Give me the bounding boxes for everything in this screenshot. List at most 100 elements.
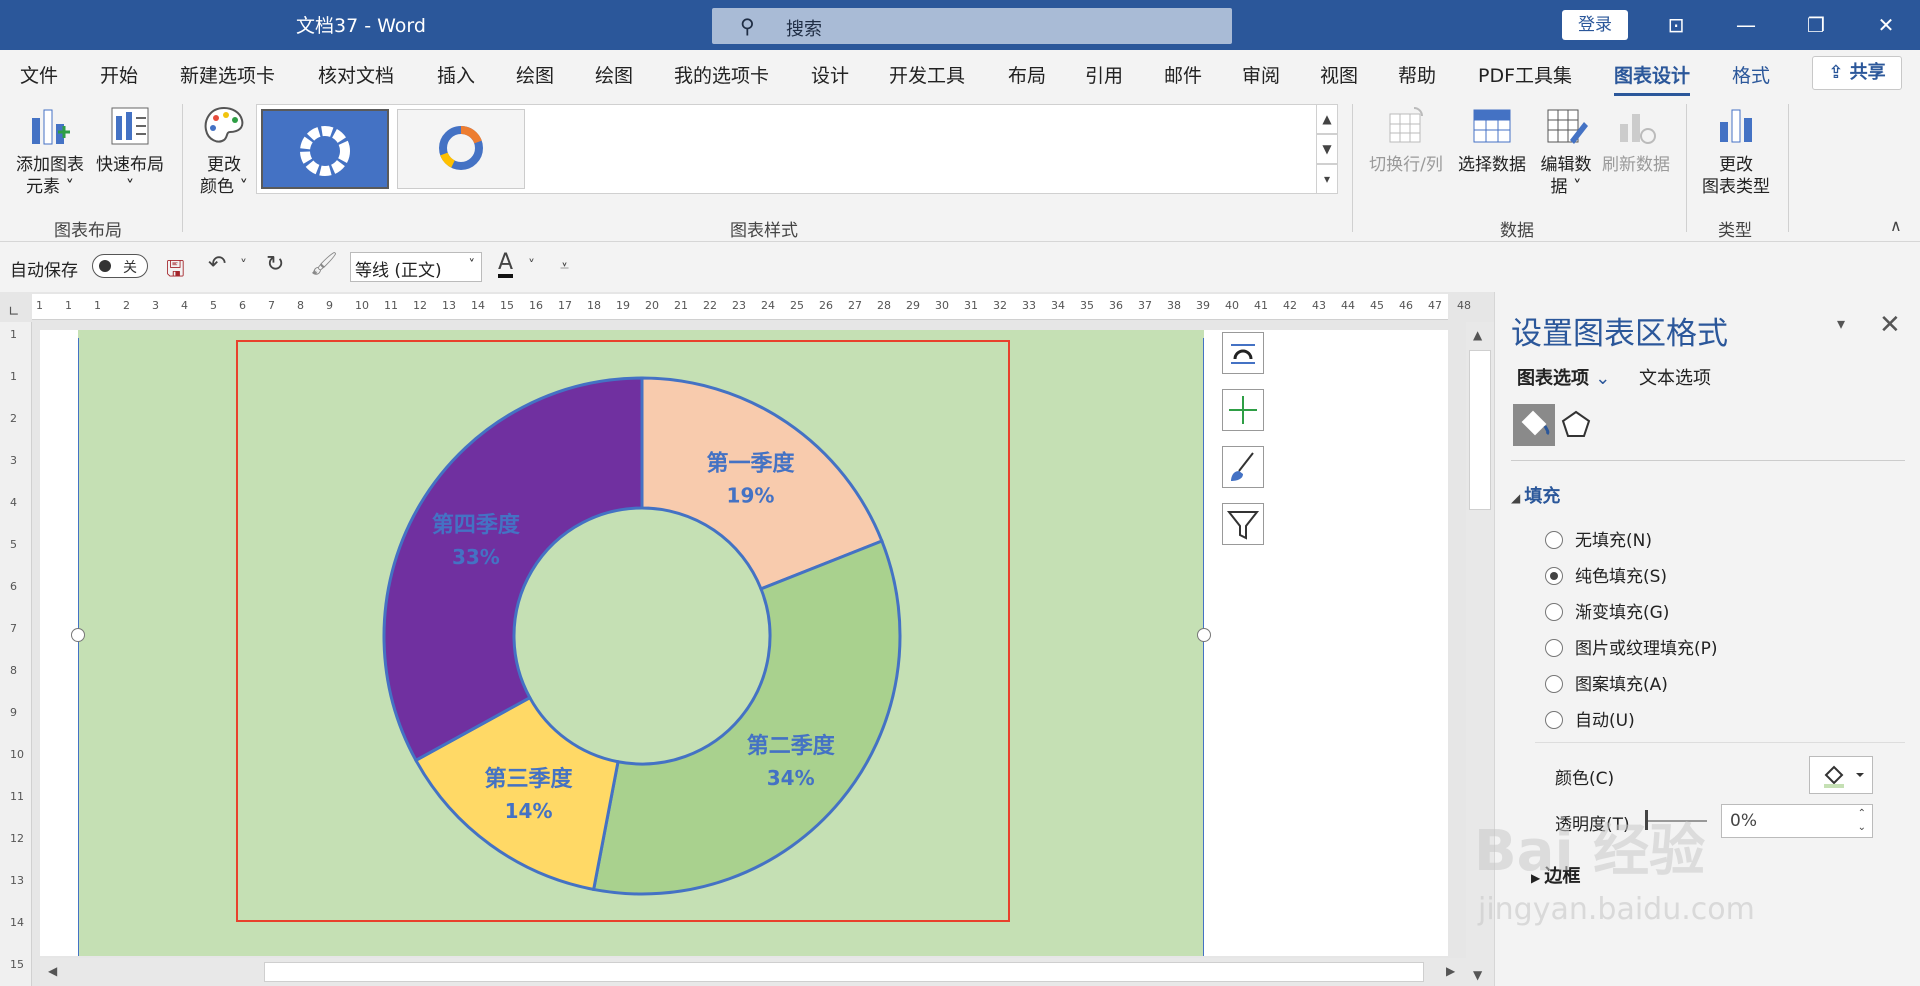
- chart-elements-button[interactable]: [1222, 389, 1264, 431]
- change-colors-button[interactable]: 更改 颜色 ˅: [192, 104, 256, 198]
- slice-percent-label[interactable]: 33%: [452, 545, 500, 569]
- slice-percent-label[interactable]: 14%: [505, 799, 553, 823]
- font-name-select[interactable]: 等线 (正文) ˅: [350, 252, 482, 282]
- tab-mailings[interactable]: 邮件: [1164, 61, 1202, 88]
- slice-percent-label[interactable]: 34%: [767, 766, 815, 790]
- pane-close-icon[interactable]: ✕: [1879, 310, 1901, 340]
- radio-pattern-fill-circle[interactable]: [1545, 675, 1563, 693]
- scroll-left-icon[interactable]: ◀: [48, 964, 57, 978]
- horizontal-scroll-thumb[interactable]: [264, 962, 1424, 982]
- tab-design[interactable]: 设计: [811, 61, 849, 88]
- pane-options-icon[interactable]: ▾: [1837, 314, 1845, 333]
- share-button[interactable]: ⇪ 共享: [1812, 56, 1902, 90]
- scroll-up-icon[interactable]: ▲: [1473, 328, 1482, 342]
- transparency-input[interactable]: 0% ⌃ ⌄: [1721, 804, 1873, 838]
- radio-automatic-circle[interactable]: [1545, 711, 1563, 729]
- format-painter-icon[interactable]: 🖌: [310, 252, 338, 277]
- chart-filters-button[interactable]: [1222, 503, 1264, 545]
- select-data-button[interactable]: 选择数据: [1452, 104, 1532, 176]
- font-color-dropdown-icon[interactable]: ˅: [528, 258, 535, 274]
- radio-no-fill-circle[interactable]: [1545, 531, 1563, 549]
- gallery-scroll-down[interactable]: ▼: [1316, 134, 1338, 164]
- radio-no-fill[interactable]: 无填充(N): [1545, 526, 1652, 551]
- tab-layout[interactable]: 布局: [1008, 61, 1046, 88]
- slice-category-label[interactable]: 第二季度: [747, 733, 836, 759]
- tab-draw-2[interactable]: 绘图: [595, 61, 633, 88]
- tab-view[interactable]: 视图: [1320, 61, 1358, 88]
- tab-developer[interactable]: 开发工具: [889, 61, 965, 88]
- tab-text-options[interactable]: 文本选项: [1639, 364, 1711, 390]
- donut-slice[interactable]: [382, 376, 644, 763]
- resize-handle-right[interactable]: [1197, 628, 1211, 642]
- chart-styles-button[interactable]: [1222, 446, 1264, 488]
- tab-insert[interactable]: 插入: [437, 61, 475, 88]
- slice-category-label[interactable]: 第四季度: [432, 512, 521, 538]
- tab-new[interactable]: 新建选项卡: [180, 61, 275, 88]
- radio-pattern-fill[interactable]: 图案填充(A): [1545, 670, 1668, 695]
- tab-my[interactable]: 我的选项卡: [674, 61, 769, 88]
- change-chart-type-button[interactable]: 更改 图表类型: [1696, 104, 1776, 198]
- transparency-spinner-icon[interactable]: ⌃ ⌄: [1858, 807, 1866, 835]
- radio-solid-fill-circle[interactable]: [1545, 567, 1563, 585]
- tab-draw-1[interactable]: 绘图: [516, 61, 554, 88]
- fill-color-picker[interactable]: [1809, 756, 1873, 794]
- horizontal-scrollbar[interactable]: ◀ ▶: [40, 958, 1466, 986]
- slice-category-label[interactable]: 第三季度: [485, 766, 574, 792]
- tab-help[interactable]: 帮助: [1398, 61, 1436, 88]
- scroll-down-icon[interactable]: ▼: [1473, 968, 1482, 982]
- effects-tab[interactable]: [1555, 404, 1597, 446]
- tab-stop-icon[interactable]: ∟: [8, 304, 20, 320]
- radio-solid-fill[interactable]: 纯色填充(S): [1545, 562, 1667, 587]
- chart-style-1[interactable]: [261, 109, 389, 189]
- tab-review[interactable]: 审阅: [1242, 61, 1280, 88]
- tab-chart-design[interactable]: 图表设计: [1614, 61, 1691, 96]
- switch-row-column-button[interactable]: 切换行/列: [1364, 104, 1448, 176]
- scroll-right-icon[interactable]: ▶: [1446, 964, 1455, 978]
- radio-gradient-fill[interactable]: 渐变填充(G): [1545, 598, 1669, 623]
- donut-slice[interactable]: [591, 539, 902, 896]
- radio-automatic[interactable]: 自动(U): [1545, 706, 1635, 731]
- redo-icon[interactable]: ↻: [266, 252, 284, 277]
- vertical-scroll-thumb[interactable]: [1469, 350, 1491, 510]
- gallery-scroll-up[interactable]: ▲: [1316, 104, 1338, 134]
- fill-line-tab[interactable]: [1513, 404, 1555, 446]
- quick-layout-button[interactable]: 快速布局 ˅: [92, 104, 168, 198]
- customize-qat-icon[interactable]: ⩡: [560, 256, 569, 276]
- chart-options-label: 图表选项: [1517, 368, 1589, 389]
- tab-pdf[interactable]: PDF工具集: [1478, 61, 1572, 88]
- tab-check[interactable]: 核对文档: [318, 61, 394, 88]
- tab-chart-options[interactable]: 图表选项 ⌄: [1517, 364, 1610, 390]
- ribbon-display-icon[interactable]: ⊡: [1656, 8, 1696, 42]
- radio-gradient-fill-circle[interactable]: [1545, 603, 1563, 621]
- autosave-toggle[interactable]: 关: [92, 254, 148, 278]
- minimize-icon[interactable]: —: [1726, 8, 1766, 42]
- save-icon[interactable]: 🖫: [166, 252, 185, 290]
- login-button[interactable]: 登录: [1562, 10, 1628, 40]
- slice-percent-label[interactable]: 19%: [727, 483, 775, 507]
- tab-home[interactable]: 开始: [100, 61, 138, 88]
- undo-dropdown-icon[interactable]: ˅: [240, 258, 247, 274]
- undo-icon[interactable]: ↶: [208, 252, 226, 277]
- donut-chart[interactable]: 第一季度 19% 第二季度 34% 第三季度 14% 第四季度 33%: [236, 340, 1010, 922]
- refresh-data-button[interactable]: 刷新数据: [1596, 104, 1676, 176]
- layout-options-button[interactable]: [1222, 332, 1264, 374]
- add-chart-element-button[interactable]: 添加图表 元素 ˅: [10, 104, 90, 198]
- gallery-expand[interactable]: ▾: [1316, 164, 1338, 194]
- tab-format[interactable]: 格式: [1732, 61, 1770, 88]
- tab-references[interactable]: 引用: [1085, 61, 1123, 88]
- tab-file[interactable]: 文件: [20, 61, 58, 88]
- resize-handle-left[interactable]: [71, 628, 85, 642]
- edit-data-button[interactable]: 编辑数 据 ˅: [1534, 104, 1598, 198]
- collapse-ribbon-icon[interactable]: ∧: [1890, 216, 1902, 235]
- close-icon[interactable]: ✕: [1866, 8, 1906, 42]
- fill-section-header[interactable]: ◢ 填充: [1511, 482, 1560, 508]
- slice-category-label[interactable]: 第一季度: [706, 450, 795, 476]
- radio-picture-fill-circle[interactable]: [1545, 639, 1563, 657]
- chart-style-2[interactable]: [397, 109, 525, 189]
- horizontal-ruler[interactable]: 1 1 1 2 3 4 5 6 7 8 9 10 11 12 13 14 15 16 17 18 19 20 21 22 23 2…: [32, 294, 1471, 320]
- radio-picture-fill[interactable]: 图片或纹理填充(P): [1545, 634, 1718, 659]
- font-color-icon[interactable]: A: [498, 252, 514, 278]
- vertical-ruler[interactable]: 112345678910111213141516: [0, 322, 32, 986]
- search-box[interactable]: ⚲ 搜索: [712, 8, 1232, 44]
- restore-icon[interactable]: ❐: [1796, 8, 1836, 42]
